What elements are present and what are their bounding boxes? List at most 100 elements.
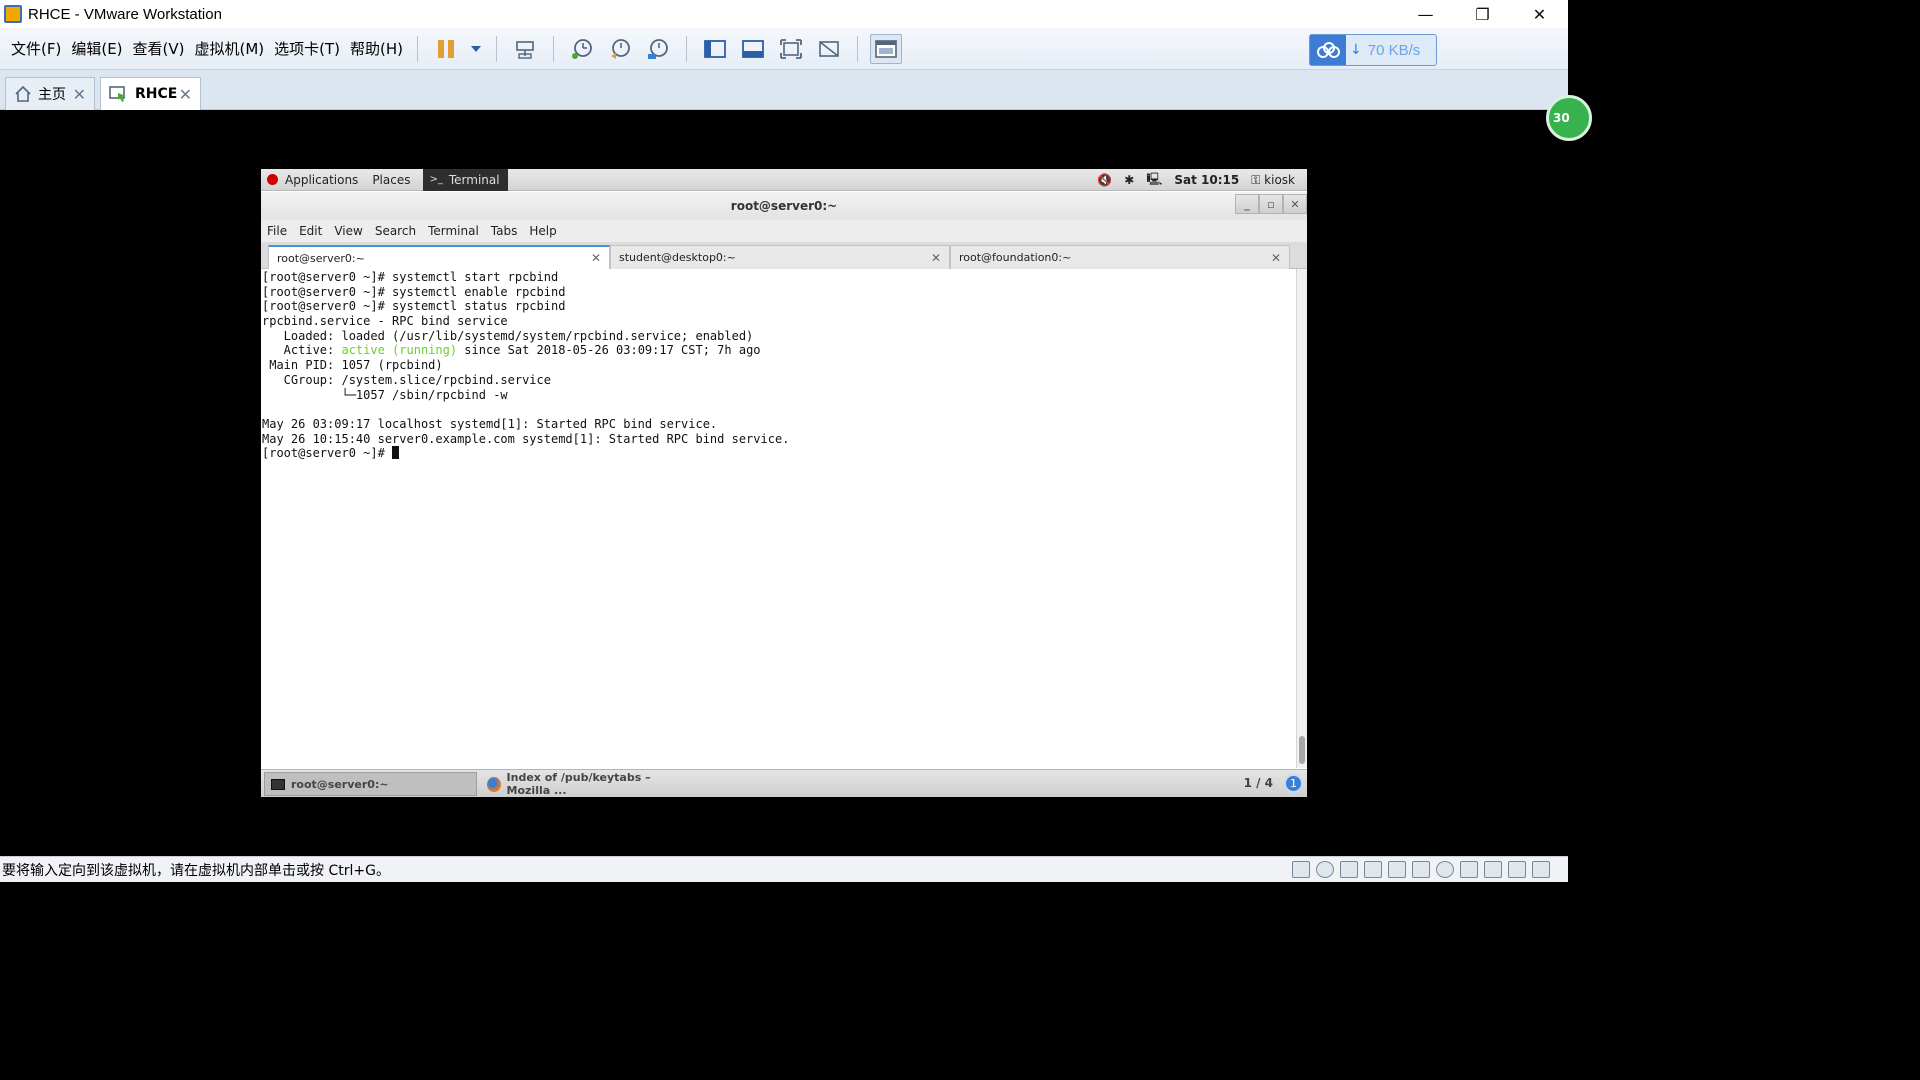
- resize-icon[interactable]: [1532, 861, 1550, 878]
- terminal-menu-edit[interactable]: Edit: [293, 224, 328, 238]
- terminal-close-button[interactable]: ✕: [1283, 194, 1307, 214]
- vmware-app-icon: [4, 5, 22, 23]
- terminal-line: [root@server0 ~]# systemctl start rpcbin…: [262, 270, 559, 284]
- terminal-output[interactable]: [root@server0 ~]# systemctl start rpcbin…: [261, 269, 1296, 768]
- terminal-tab-desktop0[interactable]: student@desktop0:~ ✕: [610, 245, 950, 269]
- snapshot-revert-icon: [611, 38, 630, 59]
- fullscreen-icon: [780, 38, 802, 59]
- send-ctrl-alt-del-button[interactable]: [509, 34, 541, 64]
- terminal-scrollbar[interactable]: [1296, 269, 1307, 768]
- taskbar-item-terminal[interactable]: root@server0:~: [264, 772, 477, 796]
- power-dropdown-button[interactable]: [468, 34, 484, 64]
- close-button[interactable]: ✕: [1511, 0, 1568, 28]
- messages-icon[interactable]: [1484, 861, 1502, 878]
- volume-muted-icon[interactable]: 🔇: [1097, 173, 1112, 187]
- tab-rhce[interactable]: RHCE ✕: [100, 77, 201, 110]
- thumbnail-bar-button[interactable]: [737, 34, 769, 64]
- tab-rhce-close-icon[interactable]: ✕: [179, 85, 192, 104]
- applications-menu[interactable]: Applications: [278, 173, 365, 187]
- keyboard-icon: [516, 40, 534, 59]
- restore-button[interactable]: ❐: [1454, 0, 1511, 28]
- pause-icon: [438, 39, 455, 58]
- notification-icon[interactable]: 1: [1284, 774, 1303, 793]
- window-title: RHCE - VMware Workstation: [28, 5, 222, 23]
- pause-button[interactable]: [430, 34, 462, 64]
- terminal-menu-tabs[interactable]: Tabs: [485, 224, 524, 238]
- active-label: Active:: [262, 343, 342, 358]
- terminal-line: CGroup: /system.slice/rpcbind.service: [262, 372, 551, 387]
- network-speed-widget[interactable]: ↓ 70 KB/s: [1309, 34, 1437, 66]
- places-menu[interactable]: Places: [365, 173, 417, 187]
- terminal-menu-file[interactable]: File: [261, 224, 293, 238]
- storage-icon[interactable]: [1508, 861, 1526, 878]
- tab-home[interactable]: 主页 ✕: [5, 77, 95, 110]
- terminal-line: May 26 03:09:17 localhost systemd[1]: St…: [262, 416, 718, 431]
- scrollbar-thumb[interactable]: [1299, 736, 1305, 764]
- clock[interactable]: Sat 10:15: [1174, 173, 1239, 187]
- printer-icon[interactable]: [1388, 861, 1406, 878]
- snapshot-take-button[interactable]: [566, 34, 598, 64]
- menu-tabs[interactable]: 选项卡(T): [269, 38, 345, 59]
- terminal-window-title: root@server0:~: [730, 199, 838, 213]
- library-toggle-button[interactable]: [699, 34, 731, 64]
- terminal-tab-close-icon[interactable]: ✕: [1271, 251, 1281, 265]
- tab-home-close-icon[interactable]: ✕: [73, 85, 86, 104]
- minimize-button[interactable]: —: [1397, 0, 1454, 28]
- tab-rhce-label: RHCE: [135, 86, 178, 102]
- side-badge[interactable]: 30: [1546, 95, 1592, 141]
- terminal-menu-terminal[interactable]: Terminal: [422, 224, 485, 238]
- terminal-line-active: Active: active (running) since Sat 2018-…: [262, 343, 1296, 358]
- toolbar-separator: [553, 35, 555, 62]
- workspace-indicator[interactable]: 1 / 4: [1244, 776, 1273, 790]
- toolbar-separator: [417, 35, 419, 62]
- terminal-line: May 26 10:15:40 server0.example.com syst…: [262, 431, 790, 446]
- main-menu: 文件(F) 编辑(E) 查看(V) 虚拟机(M) 选项卡(T) 帮助(H): [6, 38, 408, 59]
- window-controls: — ❐ ✕: [1397, 0, 1568, 28]
- user-icon: ⚿: [1251, 172, 1261, 187]
- terminal-cursor: [392, 446, 400, 460]
- console-view-button[interactable]: [870, 33, 903, 64]
- snapshot-revert-button[interactable]: [604, 34, 636, 64]
- bluetooth-icon[interactable]: ✱: [1124, 173, 1134, 187]
- hard-disk-icon[interactable]: [1292, 861, 1310, 878]
- terminal-menubar: File Edit View Search Terminal Tabs Help: [261, 220, 1307, 242]
- taskbar-item-firefox[interactable]: Index of /pub/keytabs – Mozilla ...: [479, 771, 694, 797]
- snapshot-clock-icon: [572, 38, 592, 59]
- unity-button[interactable]: [813, 34, 845, 64]
- cd-dvd-icon[interactable]: [1316, 861, 1334, 878]
- display-icon[interactable]: [1460, 861, 1478, 878]
- fullscreen-button[interactable]: [775, 34, 807, 64]
- network-icon[interactable]: 🖳: [1146, 170, 1162, 191]
- vm-tab-bar: 主页 ✕ RHCE ✕: [0, 70, 1568, 110]
- console-view-icon: [875, 39, 897, 58]
- menu-vm[interactable]: 虚拟机(M): [190, 38, 270, 59]
- terminal-tab-foundation0[interactable]: root@foundation0:~ ✕: [950, 245, 1290, 269]
- sound-icon[interactable]: [1436, 861, 1454, 878]
- gnome-top-panel: Applications Places >_ Terminal 🔇 ✱ 🖳 Sa…: [261, 168, 1307, 191]
- network-adapter-2-icon[interactable]: [1364, 861, 1382, 878]
- snapshot-manager-button[interactable]: [642, 34, 674, 64]
- menu-help[interactable]: 帮助(H): [345, 38, 408, 59]
- terminal-tab-server0[interactable]: root@server0:~ ✕: [268, 245, 610, 269]
- menu-file[interactable]: 文件(F): [6, 38, 66, 59]
- terminal-tab-label: student@desktop0:~: [619, 251, 736, 264]
- terminal-tab-close-icon[interactable]: ✕: [591, 251, 601, 265]
- redhat-icon: [267, 174, 278, 185]
- snapshot-manager-icon: [648, 38, 668, 59]
- terminal-app-indicator[interactable]: >_ Terminal: [423, 168, 508, 191]
- terminal-tab-close-icon[interactable]: ✕: [931, 251, 941, 265]
- menu-edit[interactable]: 编辑(E): [66, 38, 127, 59]
- terminal-menu-view[interactable]: View: [328, 224, 368, 238]
- terminal-menu-search[interactable]: Search: [369, 224, 422, 238]
- terminal-menu-help[interactable]: Help: [523, 224, 562, 238]
- terminal-line: └─1057 /sbin/rpcbind -w: [262, 387, 508, 402]
- home-icon: [15, 85, 31, 102]
- terminal-minimize-button[interactable]: _: [1235, 194, 1259, 214]
- user-menu[interactable]: ⚿ kiosk: [1251, 173, 1295, 188]
- network-adapter-icon[interactable]: [1340, 861, 1358, 878]
- menu-view[interactable]: 查看(V): [128, 38, 190, 59]
- usb-icon[interactable]: [1412, 861, 1430, 878]
- terminal-maximize-button[interactable]: ▫: [1259, 194, 1283, 214]
- terminal-prompt-line: [root@server0 ~]#: [262, 446, 1296, 461]
- terminal-titlebar[interactable]: root@server0:~ _ ▫ ✕: [261, 192, 1307, 220]
